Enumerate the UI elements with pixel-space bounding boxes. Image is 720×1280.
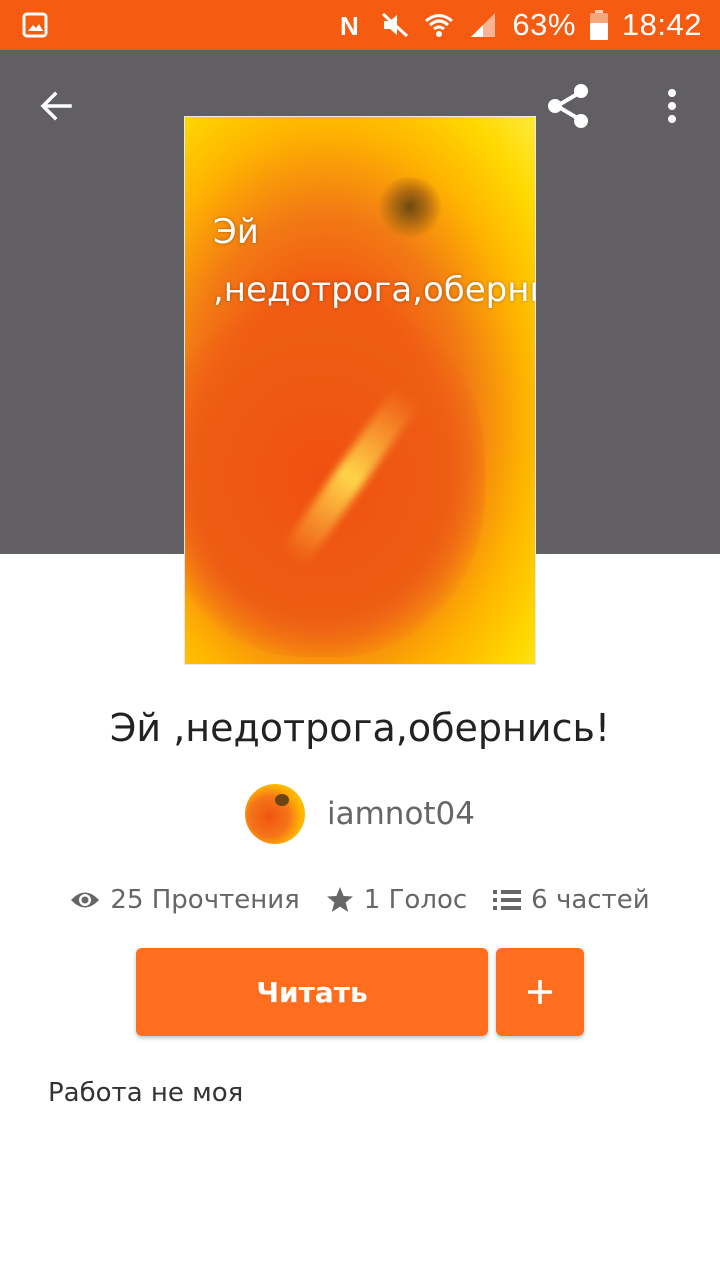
wifi-icon (425, 14, 454, 37)
more-vertical-icon (668, 89, 676, 123)
list-icon (493, 890, 522, 910)
parts-stat[interactable]: 6 частей (493, 885, 650, 915)
gallery-icon (22, 12, 48, 38)
more-options-button[interactable] (644, 78, 700, 134)
plus-icon (528, 980, 552, 1004)
author-name[interactable]: iamnot04 (327, 796, 475, 832)
clock: 18:42 (621, 7, 702, 42)
status-bar: N 63% 18:42 (0, 0, 720, 50)
add-to-library-button[interactable] (496, 948, 584, 1036)
story-stats: 25 Прочтения 1 Голос 6 частей (0, 876, 720, 924)
read-button[interactable]: Читать (136, 948, 488, 1036)
author-row[interactable]: iamnot04 (0, 782, 720, 846)
story-description: Работа не моя (48, 1078, 244, 1108)
nfc-icon: N (340, 11, 359, 40)
avatar[interactable] (244, 784, 305, 844)
share-button[interactable] (540, 78, 596, 134)
star-icon (326, 887, 353, 912)
share-icon (548, 84, 588, 128)
signal-icon (471, 13, 496, 37)
back-button[interactable] (28, 78, 84, 134)
cover-title: Эй ,недотрога,оберни (213, 212, 536, 310)
battery-percent: 63% (512, 7, 576, 42)
eye-icon (71, 892, 100, 908)
battery-icon (589, 10, 608, 40)
svg-text:N: N (340, 11, 359, 40)
votes-stat: 1 Голос (326, 885, 467, 915)
back-arrow-icon (40, 91, 72, 121)
story-cover[interactable]: Эй ,недотрога,оберни (184, 116, 536, 665)
reads-stat: 25 Прочтения (70, 885, 300, 915)
mute-icon (382, 12, 409, 38)
story-title: Эй ,недотрога,обернись! (109, 706, 611, 750)
